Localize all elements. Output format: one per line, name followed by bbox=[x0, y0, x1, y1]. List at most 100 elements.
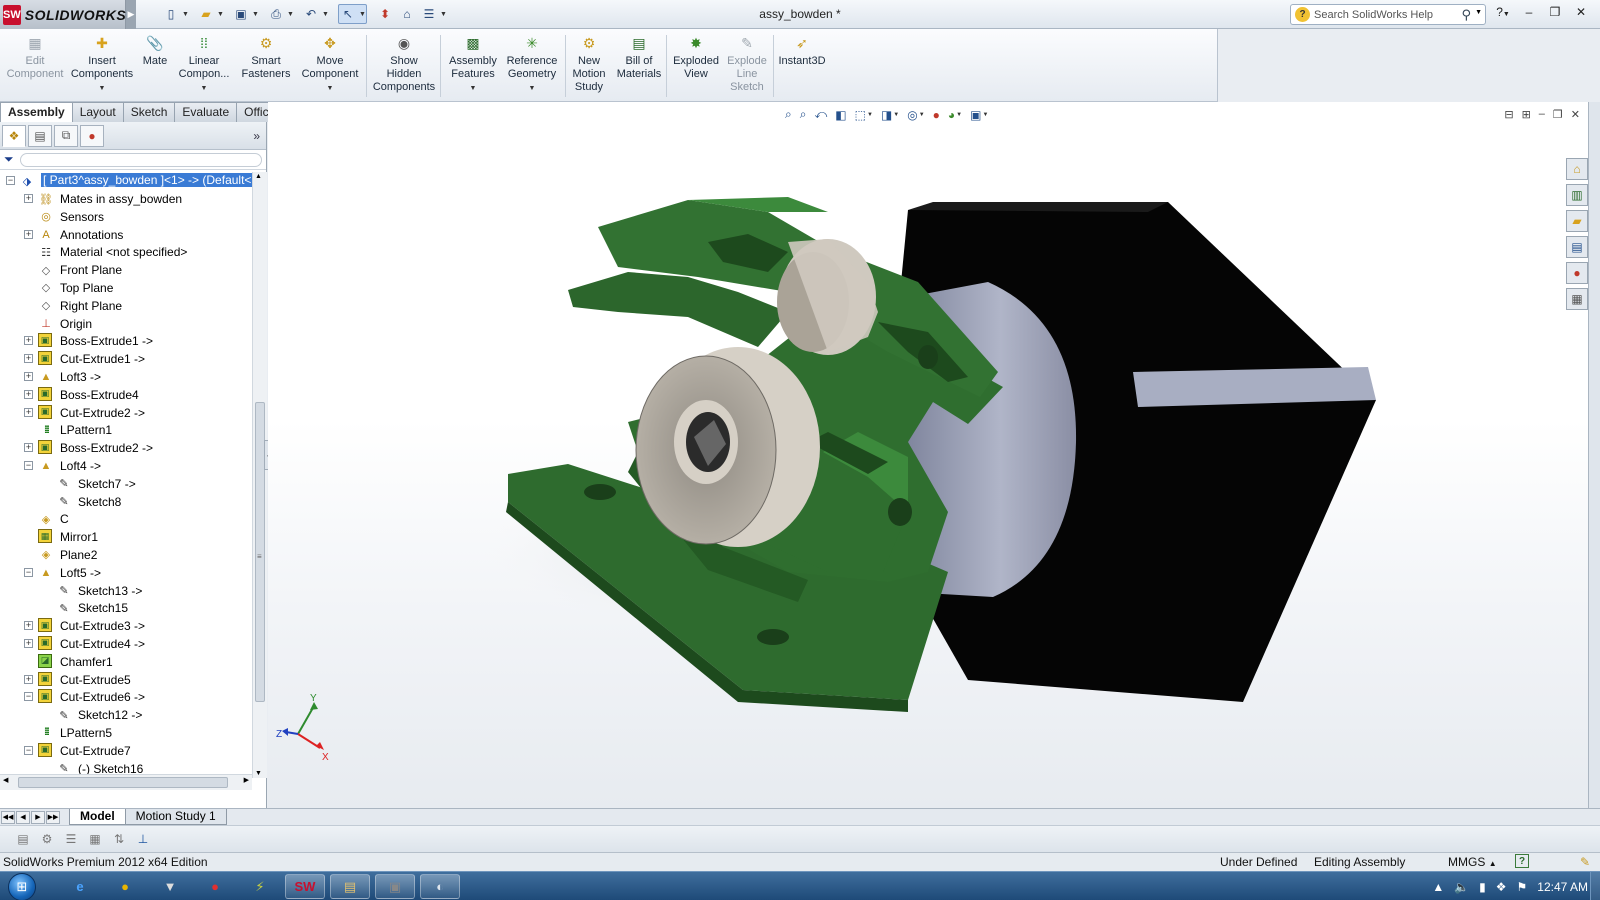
tab-layout[interactable]: Layout bbox=[71, 102, 124, 122]
options-button[interactable]: ☰ ▼ bbox=[420, 4, 447, 24]
file-properties-button[interactable]: ⌂ bbox=[398, 4, 416, 24]
tree-vertical-scrollbar[interactable]: ▲ ≡ ▼ bbox=[252, 172, 267, 778]
taskbar-app-app-8[interactable]: ▣ bbox=[375, 874, 415, 899]
tree-item[interactable]: ◇ Top Plane bbox=[0, 279, 252, 297]
tree-item[interactable]: + ▣ Cut-Extrude5 bbox=[0, 671, 252, 689]
expand-toggle[interactable]: + bbox=[24, 354, 33, 364]
filter-input[interactable] bbox=[19, 152, 262, 167]
new-motion-study-button[interactable]: ⚙ New Motion Study bbox=[566, 33, 612, 94]
undo-button[interactable]: ↶ ▼ bbox=[302, 4, 329, 24]
expand-toggle[interactable]: + bbox=[24, 443, 33, 453]
first-tab-icon[interactable]: ◀◀ bbox=[1, 810, 15, 824]
tree-item[interactable]: + ▣ Cut-Extrude4 -> bbox=[0, 635, 252, 653]
tree-item[interactable]: + ▣ Boss-Extrude2 -> bbox=[0, 439, 252, 457]
start-button[interactable]: ⊞ bbox=[8, 873, 36, 900]
tree-item[interactable]: ✎ Sketch8 bbox=[0, 493, 252, 511]
app-minimize-button[interactable]: – bbox=[1520, 5, 1538, 19]
edit-component-button[interactable]: ▦ Edit Component bbox=[6, 33, 64, 81]
show-desktop-button[interactable] bbox=[1590, 872, 1600, 900]
prev-tab-icon[interactable]: ◀ bbox=[16, 810, 30, 824]
tree-item[interactable]: + A Annotations bbox=[0, 226, 252, 244]
collapse-toggle[interactable]: − bbox=[24, 567, 33, 577]
show-hidden-components-button[interactable]: ◉ Show Hidden Components bbox=[368, 33, 440, 94]
tree-item[interactable]: + ▣ Boss-Extrude4 bbox=[0, 386, 252, 404]
linear-component-pattern-button[interactable]: ⁞⁞ Linear Compon... ▼ bbox=[174, 33, 234, 95]
taskbar-app-internet-explorer[interactable]: e bbox=[60, 874, 100, 899]
scroll-up-arrow-icon[interactable]: ▲ bbox=[255, 173, 262, 180]
tree-item[interactable]: − ▲ Loft5 -> bbox=[0, 564, 252, 582]
tray-expand-icon[interactable]: ▲ bbox=[1432, 880, 1444, 894]
tree-item[interactable]: ◪ Chamfer1 bbox=[0, 653, 252, 671]
chevron-down-icon[interactable]: ▼ bbox=[529, 82, 536, 95]
explode-line-sketch-button[interactable]: ✎ Explode Line Sketch bbox=[722, 33, 772, 94]
tree-item[interactable]: + ▣ Boss-Extrude1 -> bbox=[0, 332, 252, 350]
chevron-down-icon[interactable]: ▼ bbox=[470, 82, 477, 95]
propertymanager-tab[interactable]: ▤ bbox=[28, 124, 52, 147]
tree-horizontal-scrollbar[interactable]: ◀ ▶ bbox=[0, 774, 252, 790]
chevron-down-icon[interactable]: ▼ bbox=[99, 82, 106, 95]
app-close-button[interactable]: ✕ bbox=[1572, 5, 1590, 19]
tree-item[interactable]: ▦ Mirror1 bbox=[0, 528, 252, 546]
taskbar-app-app-5[interactable]: ⚡ bbox=[240, 874, 280, 899]
motion-calc-icon[interactable]: ▤ bbox=[14, 830, 32, 848]
tree-item[interactable]: ✎ Sketch13 -> bbox=[0, 582, 252, 600]
tree-item[interactable]: + ▣ Cut-Extrude2 -> bbox=[0, 404, 252, 422]
tree-item[interactable]: ◇ Right Plane bbox=[0, 297, 252, 315]
filter-icon[interactable]: ⏷ bbox=[4, 152, 14, 167]
expand-toggle[interactable]: + bbox=[24, 621, 33, 631]
scroll-down-arrow-icon[interactable]: ▼ bbox=[255, 770, 262, 777]
insert-components-button[interactable]: ✚ Insert Components ▼ bbox=[68, 33, 136, 95]
tree-item[interactable]: ☷ Material <not specified> bbox=[0, 243, 252, 261]
scroll-left-arrow-icon[interactable]: ◀ bbox=[3, 776, 8, 784]
tree-item[interactable]: ✎ Sketch7 -> bbox=[0, 475, 252, 493]
graphics-area[interactable]: ⌕ ⌕ ⤺ ◧ ⬚▼ ◨▼ ◎▼ ● ◕▼ ▣▼ ⊟ ⊞ – ❐ ✕ bbox=[268, 102, 1588, 808]
action-center-icon[interactable]: ⚑ bbox=[1517, 880, 1528, 894]
collapse-toggle[interactable]: − bbox=[24, 460, 33, 470]
tree-item[interactable]: ⊥ Origin bbox=[0, 315, 252, 333]
tree-root-row[interactable]: − ⬗ [ Part3^assy_bowden ]<1> -> (Default… bbox=[0, 172, 252, 190]
tree-item[interactable]: − ▣ Cut-Extrude7 bbox=[0, 742, 252, 760]
tab-assembly[interactable]: Assembly bbox=[0, 102, 73, 122]
scroll-right-arrow-icon[interactable]: ▶ bbox=[244, 776, 249, 784]
next-tab-icon[interactable]: ▶ bbox=[31, 810, 45, 824]
menu-expand-arrow[interactable]: ▶ bbox=[126, 0, 136, 29]
tree-item[interactable]: − ▲ Loft4 -> bbox=[0, 457, 252, 475]
expand-toggle[interactable]: + bbox=[24, 638, 33, 648]
rebuild-button[interactable]: ⬍ bbox=[376, 4, 394, 24]
taskbar-app-app-9[interactable]: ◐ bbox=[420, 874, 460, 899]
motion-list-icon[interactable]: ☰ bbox=[62, 830, 80, 848]
save-button[interactable]: ▣ ▼ bbox=[232, 4, 259, 24]
custom-properties-tab[interactable]: ▦ bbox=[1566, 288, 1588, 310]
mate-button[interactable]: 📎 Mate bbox=[138, 33, 172, 68]
tree-item[interactable]: + ▲ Loft3 -> bbox=[0, 368, 252, 386]
help-search-box[interactable]: ? Search SolidWorks Help ⚲ ▼ bbox=[1290, 4, 1486, 25]
taskbar-app-chrome[interactable]: ● bbox=[105, 874, 145, 899]
tab-evaluate[interactable]: Evaluate bbox=[174, 102, 238, 122]
exploded-view-button[interactable]: ✸ Exploded View bbox=[668, 33, 724, 81]
open-button[interactable]: ▰ ▼ bbox=[197, 4, 224, 24]
motion-timeline-icon[interactable]: ⊥ bbox=[134, 830, 152, 848]
tab-motion-study-1[interactable]: Motion Study 1 bbox=[124, 809, 227, 825]
view-palette-tab[interactable]: ▤ bbox=[1566, 236, 1588, 258]
tab-model[interactable]: Model bbox=[69, 809, 126, 825]
select-button[interactable]: ↖ ▼ bbox=[338, 4, 367, 24]
tree-item[interactable]: ⁞⁞⁞ LPattern1 bbox=[0, 421, 252, 439]
tree-item[interactable]: ✎ Sketch12 -> bbox=[0, 706, 252, 724]
smart-fasteners-button[interactable]: ⚙ Smart Fasteners bbox=[236, 33, 296, 81]
solidworks-resources-tab[interactable]: ⌂ bbox=[1566, 158, 1588, 180]
tree-item[interactable]: ◇ Front Plane bbox=[0, 261, 252, 279]
tree-item[interactable]: ✎ Sketch15 bbox=[0, 599, 252, 617]
design-library-tab[interactable]: ▥ bbox=[1566, 184, 1588, 206]
instant3d-button[interactable]: ➶ Instant3D bbox=[774, 33, 830, 68]
solidworks-logo-menu[interactable]: SW SOLIDWORKS bbox=[0, 0, 126, 29]
new-document-button[interactable]: ▯ ▼ bbox=[162, 4, 189, 24]
volume-icon[interactable]: 🔈 bbox=[1454, 880, 1469, 894]
reference-geometry-button[interactable]: ✳ Reference Geometry ▼ bbox=[500, 33, 564, 95]
scroll-thumb[interactable] bbox=[18, 777, 228, 788]
app-restore-button[interactable]: ❐ bbox=[1546, 5, 1564, 19]
collapse-toggle[interactable]: − bbox=[24, 745, 33, 755]
expand-toggle[interactable]: + bbox=[24, 371, 33, 381]
tree-item[interactable]: ◎ Sensors bbox=[0, 208, 252, 226]
motion-sort-icon[interactable]: ⇅ bbox=[110, 830, 128, 848]
appearance-manager-tab[interactable]: ● bbox=[80, 124, 104, 147]
